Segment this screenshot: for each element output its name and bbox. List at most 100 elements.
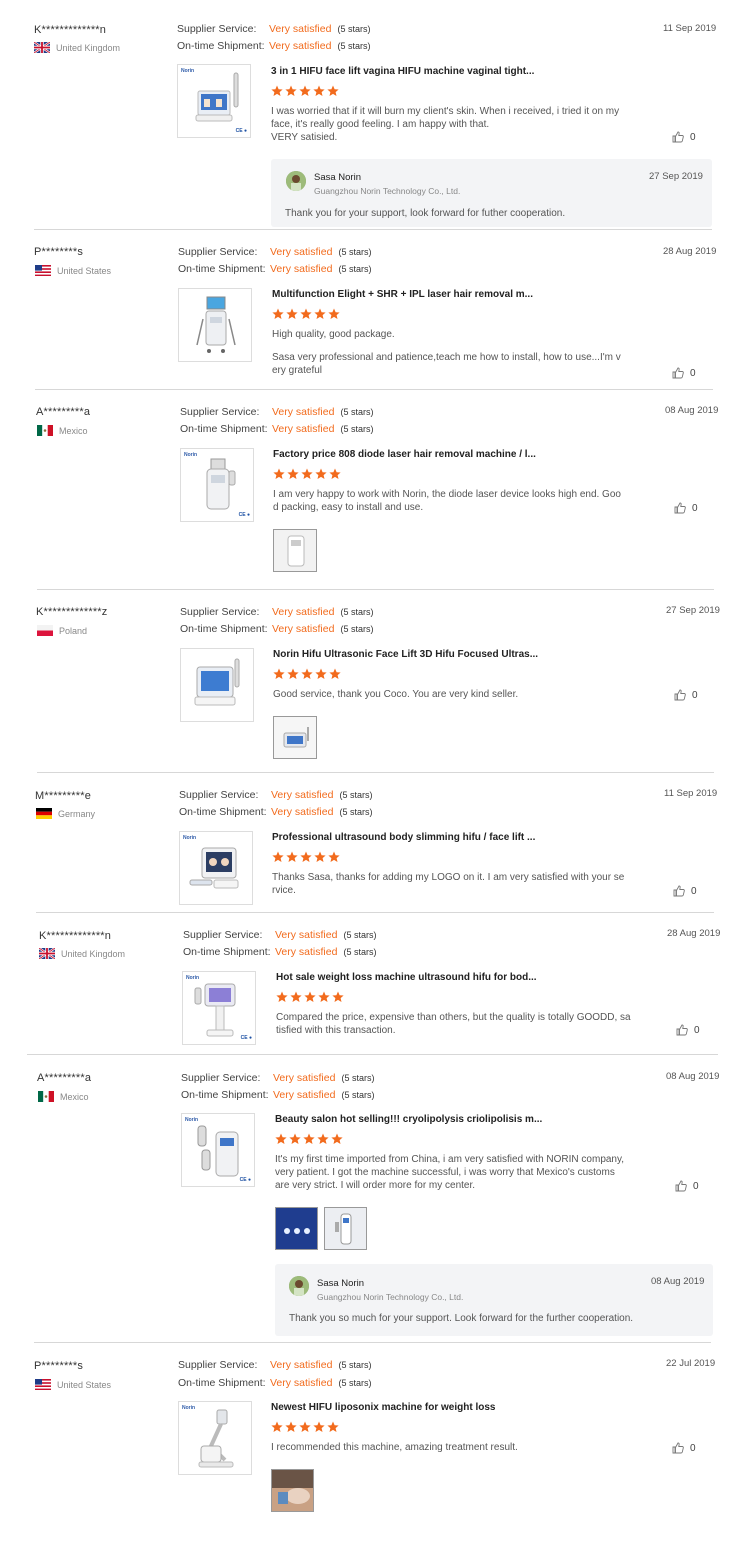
product-title[interactable]: Norin Hifu Ultrasonic Face Lift 3D Hifu … bbox=[273, 649, 538, 660]
supplier-service-label: Supplier Service: bbox=[178, 1359, 258, 1371]
country-name: Mexico bbox=[60, 1091, 89, 1102]
star-icon bbox=[313, 1421, 325, 1432]
product-title[interactable]: 3 in 1 HIFU face lift vagina HIFU machin… bbox=[271, 66, 534, 77]
supplier-service-row: Supplier Service: Very satisfied (5 star… bbox=[177, 23, 370, 35]
review-text: High quality, good package. Sasa very pr… bbox=[272, 328, 632, 377]
product-thumbnail[interactable]: Norin CE ● bbox=[177, 64, 251, 138]
product-title[interactable]: Newest HIFU liposonix machine for weight… bbox=[271, 1402, 495, 1413]
shipment-stars: (5 stars) bbox=[337, 41, 371, 51]
star-icon bbox=[301, 468, 313, 479]
reply-author: Sasa Norin bbox=[314, 172, 361, 183]
supplier-service-label: Supplier Service: bbox=[178, 246, 258, 258]
star-icon bbox=[329, 668, 341, 679]
divider bbox=[34, 1342, 711, 1343]
product-title[interactable]: Factory price 808 diode laser hair remov… bbox=[273, 449, 536, 460]
supplier-service-value: Very satisfied bbox=[275, 929, 338, 941]
like-button[interactable]: 0 bbox=[675, 1180, 699, 1192]
review-text-line: VERY satisied. bbox=[271, 132, 338, 143]
like-button[interactable]: 0 bbox=[673, 885, 697, 897]
avatar bbox=[289, 1276, 309, 1296]
supplier-service-value: Very satisfied bbox=[270, 246, 333, 258]
shipment-label: On-time Shipment: bbox=[180, 623, 268, 635]
thumbs-up-icon bbox=[672, 131, 684, 143]
product-title[interactable]: Hot sale weight loss machine ultrasound … bbox=[276, 972, 537, 983]
review-text: I recommended this machine, amazing trea… bbox=[271, 1441, 631, 1454]
product-title[interactable]: Professional ultrasound body slimming hi… bbox=[272, 832, 535, 843]
product-thumbnail[interactable]: Norin CE ● bbox=[182, 971, 256, 1045]
product-thumbnail[interactable]: Norin CE ● bbox=[180, 448, 254, 522]
like-button[interactable]: 0 bbox=[674, 502, 698, 514]
supplier-service-stars: (5 stars) bbox=[341, 1073, 375, 1083]
product-title[interactable]: Multifunction Elight + SHR + IPL laser h… bbox=[272, 289, 533, 300]
us-flag-icon bbox=[35, 265, 51, 276]
rating-stars bbox=[275, 1133, 343, 1145]
supplier-service-stars: (5 stars) bbox=[337, 24, 371, 34]
country-name: United Kingdom bbox=[56, 42, 121, 53]
review-text-line: face, it's really good feeling. I am hap… bbox=[271, 119, 490, 130]
thumbs-up-icon bbox=[674, 502, 686, 514]
supplier-service-stars: (5 stars) bbox=[343, 930, 377, 940]
germany-flag-icon bbox=[36, 808, 52, 819]
product-thumbnail[interactable]: Norin CE ● bbox=[181, 1113, 255, 1187]
star-icon bbox=[275, 1133, 287, 1144]
poland-flag-icon bbox=[37, 625, 53, 636]
supplier-service-value: Very satisfied bbox=[273, 1072, 336, 1084]
mexico-flag-icon bbox=[38, 1091, 54, 1102]
shipment-row: On-time Shipment: Very satisfied (5 star… bbox=[180, 423, 373, 435]
divider bbox=[34, 229, 712, 230]
review-date: 28 Aug 2019 bbox=[663, 246, 717, 257]
star-icon bbox=[328, 851, 340, 862]
us-flag-icon bbox=[35, 1379, 51, 1390]
reply-author: Sasa Norin bbox=[317, 1278, 364, 1289]
star-icon bbox=[327, 85, 339, 96]
shipment-value: Very satisfied bbox=[273, 1089, 336, 1101]
divider bbox=[36, 912, 714, 913]
review-date: 08 Aug 2019 bbox=[665, 405, 719, 416]
thumbs-up-icon bbox=[675, 1180, 687, 1192]
supplier-service-row: Supplier Service: Very satisfied (5 star… bbox=[178, 246, 371, 258]
review-text-line: I recommended this machine, amazing trea… bbox=[271, 1442, 518, 1453]
like-button[interactable]: 0 bbox=[672, 367, 696, 379]
review-text: I was worried that if it will burn my cl… bbox=[271, 105, 631, 144]
reviewer-country: Mexico bbox=[38, 1091, 89, 1102]
supplier-service-stars: (5 stars) bbox=[338, 247, 372, 257]
shipment-row: On-time Shipment: Very satisfied (5 star… bbox=[181, 1089, 374, 1101]
star-icon bbox=[300, 308, 312, 319]
like-button[interactable]: 0 bbox=[676, 1024, 700, 1036]
review-photo[interactable] bbox=[275, 1207, 318, 1250]
star-icon bbox=[304, 991, 316, 1002]
reviewer-country: Mexico bbox=[37, 425, 88, 436]
supplier-service-label: Supplier Service: bbox=[183, 929, 263, 941]
review-date: 27 Sep 2019 bbox=[666, 605, 720, 616]
review-photo[interactable] bbox=[273, 529, 317, 572]
review-date: 11 Sep 2019 bbox=[664, 788, 718, 799]
review-photo[interactable] bbox=[273, 716, 317, 759]
reviewer-country: United Kingdom bbox=[34, 42, 120, 53]
review-text-line: rvice. bbox=[272, 885, 296, 896]
review-photo[interactable] bbox=[324, 1207, 367, 1250]
star-icon bbox=[276, 991, 288, 1002]
rating-stars bbox=[272, 851, 340, 863]
product-title[interactable]: Beauty salon hot selling!!! cryolipolysi… bbox=[275, 1114, 542, 1125]
like-button[interactable]: 0 bbox=[672, 1442, 696, 1454]
star-icon bbox=[299, 1421, 311, 1432]
product-thumbnail[interactable]: Norin bbox=[179, 831, 253, 905]
review-text: Good service, thank you Coco. You are ve… bbox=[273, 688, 633, 701]
supplier-service-value: Very satisfied bbox=[270, 1359, 333, 1371]
product-thumbnail[interactable] bbox=[180, 648, 254, 722]
supplier-service-stars: (5 stars) bbox=[340, 407, 374, 417]
thumbs-up-icon bbox=[676, 1024, 688, 1036]
review-date: 11 Sep 2019 bbox=[663, 23, 717, 34]
review-text-line: very patient. I got the machine successf… bbox=[275, 1167, 615, 1178]
like-button[interactable]: 0 bbox=[672, 131, 696, 143]
star-icon bbox=[272, 851, 284, 862]
product-thumbnail[interactable]: Norin bbox=[178, 1401, 252, 1475]
star-icon bbox=[285, 1421, 297, 1432]
shipment-row: On-time Shipment: Very satisfied (5 star… bbox=[179, 806, 372, 818]
review-photo[interactable] bbox=[271, 1469, 314, 1512]
like-button[interactable]: 0 bbox=[674, 689, 698, 701]
product-thumbnail[interactable] bbox=[178, 288, 252, 362]
review-text: Thanks Sasa, thanks for adding my LOGO o… bbox=[272, 871, 632, 897]
star-icon bbox=[332, 991, 344, 1002]
star-icon bbox=[273, 668, 285, 679]
